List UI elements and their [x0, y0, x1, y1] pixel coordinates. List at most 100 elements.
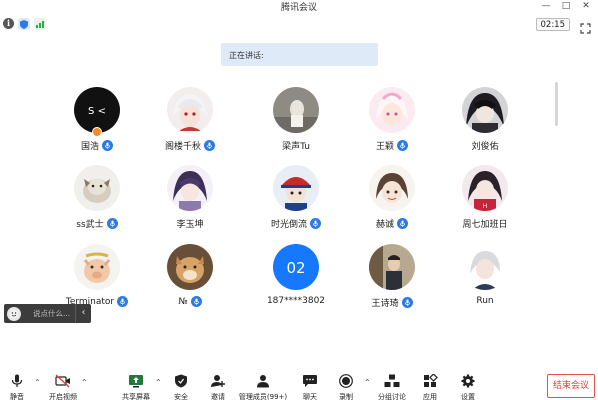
info-icon[interactable]: i	[3, 18, 14, 29]
participant-tile[interactable]: 李玉坤	[145, 165, 235, 245]
participant-tile[interactable]: 赫诚	[347, 165, 437, 245]
settings-label: 设置	[461, 393, 475, 400]
participant-tile[interactable]: 王诗琦	[347, 244, 437, 324]
microphone-active-icon	[401, 297, 413, 308]
participant-name: Run	[476, 296, 494, 306]
microphone-icon	[9, 374, 25, 388]
breakout-icon	[384, 374, 400, 388]
security-button[interactable]: 安全	[161, 374, 201, 400]
participant-name: 阁楼千秋	[164, 142, 201, 152]
manage-members-label: 管理成员(99+)	[238, 393, 288, 400]
record-label: 录制	[339, 393, 353, 400]
close-button[interactable]: ✕	[580, 1, 592, 12]
microphone-active-icon	[397, 140, 408, 151]
fullscreen-icon[interactable]	[580, 19, 591, 34]
chat-button[interactable]: 聊天	[290, 374, 330, 400]
chat-icon	[302, 374, 318, 388]
participant-name: 周七加班日	[462, 220, 508, 230]
participant-name-row: 阁楼千秋	[145, 139, 235, 152]
participant-tile[interactable]: 王颖	[347, 87, 437, 167]
participant-name: ss武士	[76, 220, 104, 230]
avatar[interactable]	[74, 165, 120, 211]
participant-tile[interactable]: 02 187****3802	[251, 244, 341, 324]
emoji-icon[interactable]	[7, 306, 21, 321]
avatar[interactable]	[462, 244, 508, 290]
svg-text:H: H	[483, 203, 488, 210]
apps-button[interactable]: 应用	[410, 374, 450, 400]
avatar[interactable]	[167, 87, 213, 133]
participant-tile[interactable]: 时光倒流	[251, 165, 341, 245]
share-screen-button[interactable]: 共享屏幕	[116, 374, 156, 400]
signal-icon[interactable]	[34, 18, 46, 30]
invite-icon	[210, 374, 226, 388]
host-badge-icon	[92, 127, 102, 137]
participant-tile[interactable]: S < 国浩	[52, 87, 142, 167]
invite-button[interactable]: 邀请	[198, 374, 238, 400]
avatar[interactable]	[167, 244, 213, 290]
avatar[interactable]	[369, 244, 415, 290]
participant-tile[interactable]: Run	[440, 244, 530, 324]
mute-button[interactable]: 静音	[0, 374, 37, 400]
video-off-icon	[55, 374, 71, 388]
microphone-active-icon	[190, 296, 202, 307]
record-icon	[338, 374, 354, 388]
minimize-button[interactable]: —	[540, 1, 552, 12]
participant-name: 王颖	[375, 142, 394, 152]
collapse-chat-button[interactable]: ‹	[75, 304, 91, 323]
participant-name-row: 王诗琦	[347, 296, 437, 309]
window-controls: — □ ✕	[540, 1, 592, 12]
participant-name: №	[178, 296, 188, 307]
maximize-button[interactable]: □	[560, 1, 572, 12]
participant-name-row: 时光倒流	[251, 217, 341, 230]
participant-name: 187****3802	[266, 296, 326, 306]
end-meeting-button[interactable]: 结束会议	[547, 374, 595, 398]
chat-placeholder[interactable]: 说点什么...	[33, 308, 70, 319]
audio-options-chevron-icon[interactable]: ⌃	[34, 378, 41, 387]
microphone-active-icon	[117, 296, 129, 307]
microphone-active-icon	[204, 140, 215, 151]
participant-tile[interactable]: H 周七加班日	[440, 165, 530, 245]
avatar[interactable]	[369, 165, 415, 211]
participant-tile[interactable]: 阁楼千秋	[145, 87, 235, 167]
participant-name-row: 李玉坤	[145, 217, 235, 230]
participant-name-row: 国浩	[52, 139, 142, 152]
microphone-active-icon	[106, 218, 118, 229]
avatar[interactable]	[74, 244, 120, 290]
bottom-toolbar: 静音 ⌃ 开启视频 ⌃ 共享屏幕 ⌃ 安全 邀请 管理成员(99+) 聊天 录制…	[0, 368, 598, 400]
security-label: 安全	[174, 393, 188, 400]
settings-button[interactable]: 设置	[448, 374, 488, 400]
participant-tile[interactable]: ss武士	[52, 165, 142, 245]
avatar[interactable]	[167, 165, 213, 211]
start-video-button[interactable]: 开启视频	[43, 374, 83, 400]
manage-members-button[interactable]: 管理成员(99+)	[239, 374, 287, 400]
chat-label: 聊天	[303, 393, 317, 400]
participant-tile[interactable]: 梁声Tu	[251, 87, 341, 167]
avatar[interactable]	[273, 87, 319, 133]
meeting-timer: 02:15	[535, 18, 570, 31]
avatar[interactable]	[369, 87, 415, 133]
mute-label: 静音	[10, 393, 24, 400]
participant-name-row: №	[145, 296, 235, 307]
members-icon	[255, 374, 271, 388]
breakout-rooms-button[interactable]: 分组讨论	[372, 374, 412, 400]
avatar-number: 02	[286, 259, 305, 277]
microphone-active-icon	[102, 140, 113, 151]
avatar[interactable]: 02	[273, 244, 319, 290]
record-options-chevron-icon[interactable]: ⌃	[364, 378, 371, 387]
avatar[interactable]: H	[462, 165, 508, 211]
participant-tile[interactable]: 刘俊佑	[440, 87, 530, 167]
participant-name: 时光倒流	[270, 220, 307, 230]
participant-name-row: 赫诚	[347, 217, 437, 230]
participant-tile[interactable]: №	[145, 244, 235, 324]
avatar[interactable]	[273, 165, 319, 211]
participant-name: 赫诚	[375, 220, 394, 230]
shield-icon[interactable]	[18, 18, 30, 30]
participant-name: 梁声Tu	[282, 142, 310, 152]
avatar[interactable]	[462, 87, 508, 133]
participant-name-row: 周七加班日	[440, 217, 530, 230]
quick-chat-input[interactable]: 说点什么... ‹	[4, 304, 91, 323]
video-options-chevron-icon[interactable]: ⌃	[81, 378, 88, 387]
grid-scrollbar[interactable]	[555, 82, 558, 126]
record-button[interactable]: 录制	[326, 374, 366, 400]
speaking-indicator: 正在讲话:	[221, 43, 378, 66]
